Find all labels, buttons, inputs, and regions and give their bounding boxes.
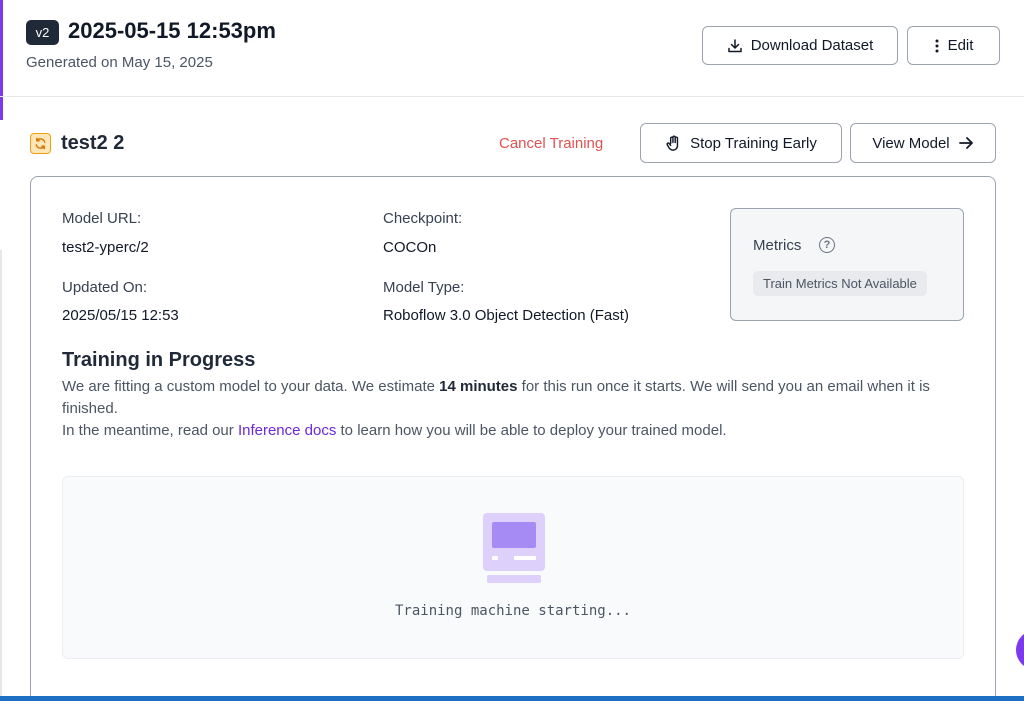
arrow-right-icon — [958, 136, 974, 150]
download-dataset-button[interactable]: Download Dataset — [702, 26, 898, 65]
inference-docs-text: In the meantime, read our Inference docs… — [62, 420, 952, 442]
version-subtitle: Generated on May 15, 2025 — [26, 54, 213, 71]
training-machine-status: Training machine starting... — [394, 603, 631, 619]
download-dataset-label: Download Dataset — [750, 37, 874, 54]
sidebar-border — [0, 250, 2, 701]
chat-bubble-button[interactable] — [1016, 630, 1024, 670]
stop-training-early-button[interactable]: Stop Training Early — [640, 123, 842, 163]
edit-label: Edit — [947, 37, 974, 54]
view-model-button[interactable]: View Model — [850, 123, 996, 163]
vertical-dots-icon — [934, 38, 940, 54]
question-circle-icon[interactable]: ? — [819, 237, 835, 253]
refresh-icon — [30, 133, 51, 154]
stop-training-early-label: Stop Training Early — [690, 134, 817, 152]
computer-icon — [483, 513, 545, 585]
estimate-duration: 14 minutes — [439, 378, 518, 395]
hand-icon — [665, 135, 682, 152]
bottom-status-bar — [0, 696, 1024, 701]
model-type-label: Model Type: — [383, 279, 465, 296]
estimate-text-start: We are fitting a custom model to your da… — [62, 378, 440, 395]
cancel-training-button[interactable]: Cancel Training — [499, 135, 603, 152]
model-url-value: test2-yperc/2 — [62, 239, 149, 256]
download-icon — [727, 38, 743, 54]
checkpoint-label: Checkpoint: — [383, 210, 463, 227]
docs-text-end: to learn how you will be able to deploy … — [336, 422, 727, 439]
model-type-value: Roboflow 3.0 Object Detection (Fast) — [383, 307, 629, 324]
training-machine-panel: Training machine starting... — [62, 476, 964, 659]
training-progress-title: Training in Progress — [62, 349, 256, 371]
inference-docs-link[interactable]: Inference docs — [238, 422, 336, 439]
sidebar-edge — [0, 0, 3, 120]
docs-text-start: In the meantime, read our — [62, 422, 238, 439]
edit-button[interactable]: Edit — [907, 26, 1000, 65]
header-divider — [0, 96, 1024, 97]
version-title: 2025-05-15 12:53pm — [68, 18, 276, 43]
model-name: test2 2 — [61, 132, 125, 154]
updated-on-label: Updated On: — [62, 279, 148, 296]
metrics-status-badge: Train Metrics Not Available — [753, 271, 927, 296]
version-badge: v2 — [26, 20, 59, 45]
updated-on-value: 2025/05/15 12:53 — [62, 307, 179, 324]
model-url-label: Model URL: — [62, 210, 142, 227]
metrics-title: Metrics — [753, 237, 802, 254]
training-estimate-text: We are fitting a custom model to your da… — [62, 376, 952, 420]
checkpoint-value: COCOn — [383, 239, 437, 256]
view-model-label: View Model — [872, 134, 950, 152]
metrics-panel: Metrics ? Train Metrics Not Available — [730, 208, 964, 321]
